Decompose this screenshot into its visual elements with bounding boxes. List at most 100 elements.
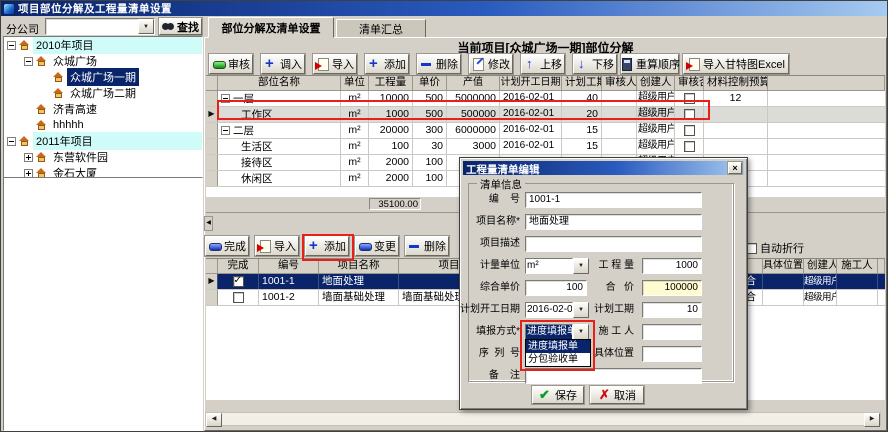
toolbar-button-上移[interactable]: 上移: [521, 54, 565, 74]
table-row[interactable]: 生活区m²1003030002016-02-0115超级用户: [206, 139, 885, 155]
start-date-cell: 2016-02-01: [500, 107, 562, 122]
chevron-down-icon[interactable]: ▼: [573, 258, 589, 274]
list-toolbar-button-变更[interactable]: 变更: [355, 236, 399, 256]
audited-checkbox[interactable]: [684, 93, 695, 104]
minus-expand-icon[interactable]: [7, 137, 16, 146]
field-input[interactable]: [525, 236, 702, 252]
horizontal-scrollbar[interactable]: ◀ ▶: [205, 412, 881, 426]
tree-item[interactable]: 东营软件园: [4, 149, 202, 165]
field-input[interactable]: 1000: [642, 258, 702, 274]
table-row[interactable]: ▶工作区m²10005005000002016-02-0120超级用户: [206, 107, 885, 123]
toolbar-button-label: 添加: [324, 238, 346, 254]
field-label: 序 列 号: [460, 346, 520, 362]
creator-cell: 超级用户: [637, 107, 675, 122]
column-header: 审核人: [602, 76, 637, 90]
auditor-cell: [602, 139, 637, 154]
unit-cell: m²: [341, 139, 369, 154]
search-button[interactable]: 查找: [159, 18, 202, 35]
unit-price-cell: 30: [413, 139, 447, 154]
sidebar-empty-panel: [3, 177, 203, 431]
column-header: 材料控制预算: [704, 76, 768, 90]
tab-list-summary[interactable]: 清单汇总: [336, 19, 426, 38]
part-name-cell: 一层: [218, 91, 341, 106]
field-input[interactable]: [642, 324, 702, 340]
toolbar-button-下移[interactable]: 下移: [573, 54, 617, 74]
filler-cell: [878, 274, 885, 289]
toolbar-button-导入甘特图Excel[interactable]: 导入甘特图Excel: [683, 54, 789, 74]
row-indicator: ▶: [206, 274, 218, 289]
tree-item[interactable]: 济青高速: [4, 101, 202, 117]
window-title: 项目部位分解及工程量清单设置: [18, 1, 172, 16]
quantity-cell: 2000: [369, 155, 413, 170]
dialog-titlebar: 工程量清单编辑: [463, 161, 744, 175]
toolbar-button-添加[interactable]: 添加: [365, 54, 409, 74]
toolbar-button-审核[interactable]: 审核: [209, 54, 253, 74]
table-row[interactable]: 一层m²1000050050000002016-02-0140超级用户12: [206, 91, 885, 107]
done-checkbox[interactable]: [233, 292, 244, 303]
minus-expand-icon[interactable]: [221, 94, 230, 103]
list-toolbar-button-导入[interactable]: 导入: [255, 236, 299, 256]
cancel-button[interactable]: 取消: [590, 386, 644, 404]
done-checkbox[interactable]: [233, 276, 244, 287]
dialog-field-row: 综合单价100合 价100000: [460, 280, 747, 296]
oval-blue-icon: [358, 240, 371, 252]
计量单位-combobox[interactable]: m²▼: [525, 258, 589, 274]
tree-item[interactable]: 2010年项目: [4, 37, 202, 53]
field-input[interactable]: [525, 368, 702, 384]
chevron-down-icon[interactable]: ▼: [573, 324, 589, 340]
minus-expand-icon[interactable]: [221, 126, 230, 135]
field-input[interactable]: 10: [642, 302, 702, 318]
report-mode-dropdown-list[interactable]: 进度填报单分包验收单: [525, 339, 591, 367]
list-toolbar-button-添加[interactable]: 添加: [305, 236, 349, 256]
toolbar-button-label: 调入: [280, 56, 302, 72]
close-icon[interactable]: ×: [728, 162, 742, 174]
field-input[interactable]: 100000: [642, 280, 702, 296]
chevron-down-icon[interactable]: ▼: [138, 19, 154, 34]
填报方式-combobox[interactable]: 进度填报单▼: [525, 324, 589, 340]
field-input[interactable]: 100: [525, 280, 587, 296]
audited-checkbox[interactable]: [684, 109, 695, 120]
toolbar-button-删除[interactable]: 删除: [417, 54, 461, 74]
oval-blue-icon: [208, 240, 221, 252]
toolbar-button-导入[interactable]: 导入: [313, 54, 357, 74]
table-row[interactable]: 二层m²2000030060000002016-02-0115超级用户: [206, 123, 885, 139]
unit-price-cell: 500: [413, 91, 447, 106]
list-toolbar-button-删除[interactable]: 删除: [405, 236, 449, 256]
unit-cell: m²: [341, 107, 369, 122]
splitter-collapse-button[interactable]: ◀: [204, 216, 213, 231]
save-button[interactable]: 保存: [532, 386, 584, 404]
sidebar: 分公司 ▼ 查找 2010年项目众城广场众城广场一期众城广场二期济青高速hhhh…: [3, 17, 203, 431]
audited-checkbox[interactable]: [684, 141, 695, 152]
audited-checkbox[interactable]: [684, 125, 695, 136]
field-input[interactable]: 地面处理: [525, 214, 702, 230]
dropdown-option[interactable]: 分包验收单: [526, 353, 590, 366]
filler-cell: [768, 155, 885, 170]
groupbox-label: 清单信息: [477, 177, 525, 192]
scroll-left-icon[interactable]: ◀: [206, 413, 222, 427]
tree-item-label: 济青高速: [50, 100, 100, 118]
tab-breakdown-settings[interactable]: 部位分解及清单设置: [208, 17, 334, 38]
minus-expand-icon[interactable]: [24, 57, 33, 66]
toolbar-button-修改[interactable]: 修改: [469, 54, 513, 74]
field-input[interactable]: [642, 346, 702, 362]
tree-item[interactable]: hhhhh: [4, 117, 202, 133]
tree-item[interactable]: 众城广场二期: [4, 85, 202, 101]
company-combobox[interactable]: ▼: [45, 18, 155, 35]
tree-item[interactable]: 众城广场: [4, 53, 202, 69]
计划开工日期-combobox[interactable]: 2016-02-01▼: [525, 302, 589, 318]
list-toolbar-button-完成[interactable]: 完成: [205, 236, 249, 256]
chevron-down-icon[interactable]: ▼: [573, 302, 589, 318]
dropdown-option[interactable]: 进度填报单: [526, 340, 590, 353]
tree-item[interactable]: 众城广场一期: [4, 69, 202, 85]
plus-expand-icon[interactable]: [24, 153, 33, 162]
toolbar-button-label: 导入: [332, 56, 354, 72]
tree-item[interactable]: 2011年项目: [4, 133, 202, 149]
toolbar-button-调入[interactable]: 调入: [261, 54, 305, 74]
scroll-right-icon[interactable]: ▶: [864, 413, 880, 427]
minus-expand-icon[interactable]: [7, 41, 16, 50]
duration-cell: 20: [562, 107, 602, 122]
autowrap-option[interactable]: 自动折行: [746, 240, 804, 256]
toolbar-button-重算顺序[interactable]: 重算顺序: [621, 54, 679, 74]
field-input[interactable]: 1001-1: [525, 192, 702, 208]
toolbar-button-label: 审核: [228, 56, 250, 72]
